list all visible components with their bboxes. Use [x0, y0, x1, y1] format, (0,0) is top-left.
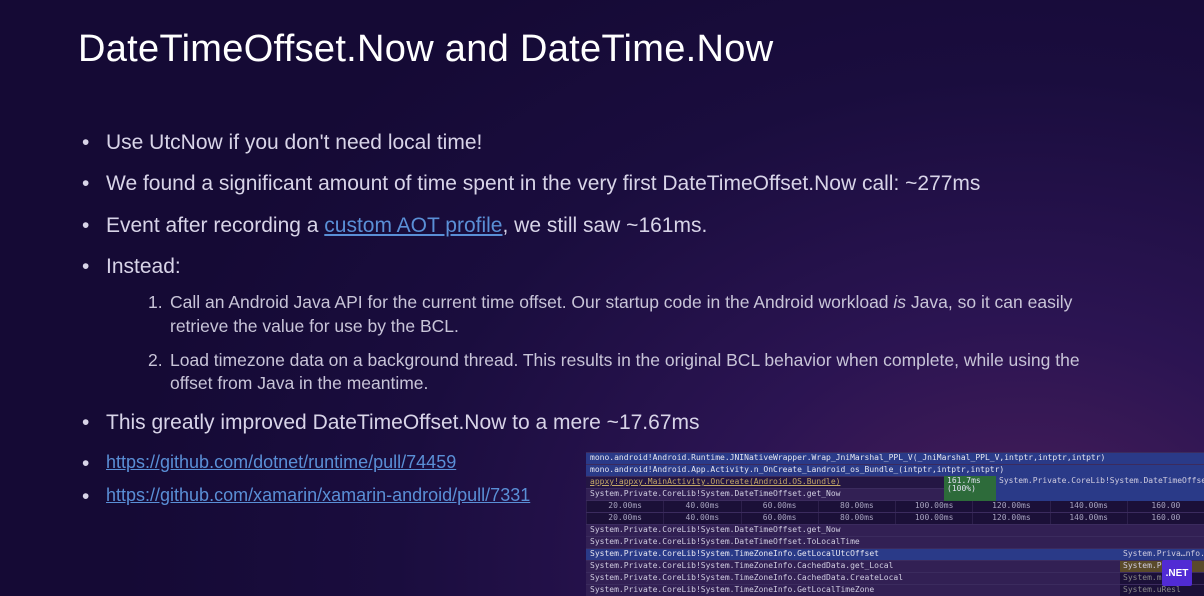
tick: 100.00ms — [895, 513, 972, 524]
sub-2-text: Load timezone data on a background threa… — [170, 350, 1080, 394]
tick: 160.00 — [1127, 513, 1204, 524]
dotnet-logo-text: .NET — [1166, 568, 1189, 579]
trace-rc-10: System.uResl — [1120, 585, 1204, 596]
sub-2: Load timezone data on a background threa… — [148, 349, 1126, 396]
tick: 100.00ms — [895, 501, 972, 512]
xamarin-pr-link-text: https://github.com/xamarin/xamarin-andro… — [106, 485, 530, 505]
tick: 20.00ms — [586, 501, 663, 512]
aot-profile-link[interactable]: custom AOT profile — [324, 214, 502, 237]
trace-row-8: System.Private.CoreLib!System.TimeZoneIn… — [586, 561, 1120, 572]
bullet-2: We found a significant amount of time sp… — [78, 170, 1126, 198]
trace-rc-7: System.Priva…nfo..cctor — [1120, 549, 1204, 560]
trace-row-5: System.Private.CoreLib!System.DateTimeOf… — [586, 525, 1204, 536]
trace-row-7: System.Private.CoreLib!System.TimeZoneIn… — [586, 549, 1120, 560]
bullet-list: Use UtcNow if you don't need local time!… — [78, 129, 1126, 507]
dotnet-logo: .NET — [1162, 560, 1192, 586]
trace-row-6: System.Private.CoreLib!System.DateTimeOf… — [586, 537, 1204, 548]
slide-content: DateTimeOffset.Now and DateTime.Now Use … — [0, 0, 1204, 507]
tick: 20.00ms — [586, 513, 663, 524]
tick: 120.00ms — [972, 501, 1049, 512]
bullet-2-text: We found a significant amount of time sp… — [106, 172, 980, 195]
trace-badge-time: 161.7ms (100%) — [944, 476, 996, 502]
tick: 80.00ms — [818, 513, 895, 524]
sub-list: Call an Android Java API for the current… — [106, 291, 1126, 396]
tick: 160.00 — [1127, 501, 1204, 512]
bullet-1: Use UtcNow if you don't need local time! — [78, 129, 1126, 157]
tick: 60.00ms — [741, 513, 818, 524]
tick: 140.00ms — [1050, 513, 1127, 524]
sub-1-em: is — [893, 292, 906, 312]
trace-timeline-2: 20.00ms 40.00ms 60.00ms 80.00ms 100.00ms… — [586, 512, 1204, 524]
tick: 40.00ms — [663, 513, 740, 524]
trace-row-10: System.Private.CoreLib!System.TimeZoneIn… — [586, 585, 1120, 596]
sub-1: Call an Android Java API for the current… — [148, 291, 1126, 338]
slide-title: DateTimeOffset.Now and DateTime.Now — [78, 28, 1126, 71]
tick: 120.00ms — [972, 513, 1049, 524]
tick: 140.00ms — [1050, 501, 1127, 512]
bullet-4-text: Instead: — [106, 255, 181, 278]
runtime-pr-link[interactable]: https://github.com/dotnet/runtime/pull/7… — [106, 452, 456, 472]
bullet-4: Instead: Call an Android Java API for th… — [78, 253, 1126, 396]
bullet-3-pre: Event after recording a — [106, 214, 324, 237]
tick: 60.00ms — [741, 501, 818, 512]
profiler-trace: mono.android!Android.Runtime.JNINativeWr… — [586, 452, 1204, 596]
aot-profile-link-text: custom AOT profile — [324, 214, 502, 237]
bullet-5-text: This greatly improved DateTimeOffset.Now… — [106, 411, 700, 434]
trace-row-1: mono.android!Android.Runtime.JNINativeWr… — [586, 453, 1204, 464]
tick: 80.00ms — [818, 501, 895, 512]
runtime-pr-link-text: https://github.com/dotnet/runtime/pull/7… — [106, 452, 456, 472]
bullet-3-post: , we still saw ~161ms. — [502, 214, 707, 237]
bullet-5: This greatly improved DateTimeOffset.Now… — [78, 409, 1126, 437]
trace-row-9: System.Private.CoreLib!System.TimeZoneIn… — [586, 573, 1120, 584]
tick: 40.00ms — [663, 501, 740, 512]
trace-timeline-1: 20.00ms 40.00ms 60.00ms 80.00ms 100.00ms… — [586, 500, 1204, 512]
bullet-3: Event after recording a custom AOT profi… — [78, 212, 1126, 240]
bullet-1-text: Use UtcNow if you don't need local time! — [106, 131, 482, 154]
trace-badge-label: System.Private.CoreLib!System.DateTimeOf… — [996, 476, 1204, 502]
sub-1-pre: Call an Android Java API for the current… — [170, 292, 893, 312]
xamarin-pr-link[interactable]: https://github.com/xamarin/xamarin-andro… — [106, 485, 530, 505]
trace-row-2: mono.android!Android.App.Activity.n_OnCr… — [586, 465, 1204, 476]
